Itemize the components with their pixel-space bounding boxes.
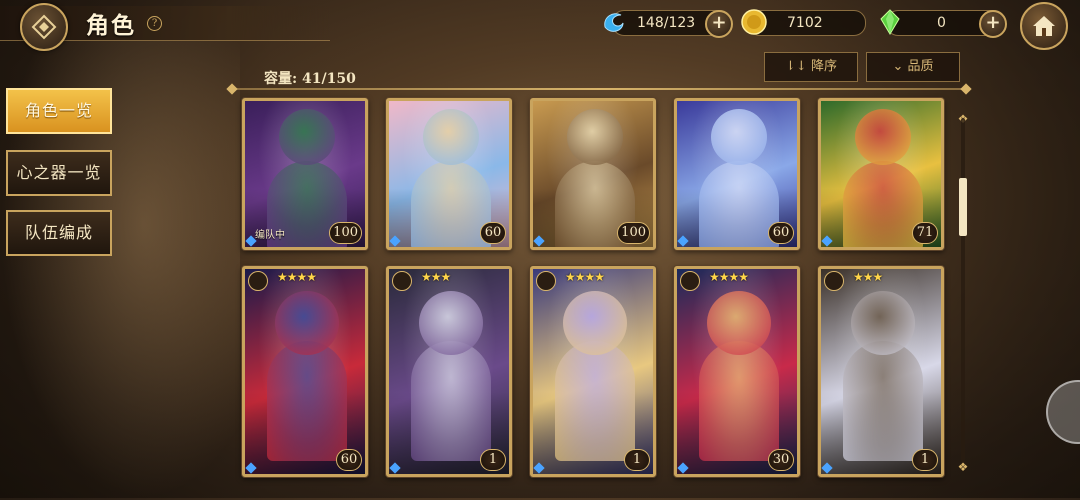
star-rating: ★★★★ bbox=[565, 270, 605, 284]
element-icon bbox=[680, 271, 700, 291]
star-rating: ★★★ bbox=[853, 270, 883, 284]
water-spirit-icon bbox=[604, 13, 624, 32]
gold-value: 7102 bbox=[787, 15, 823, 31]
level-badge: 60 bbox=[336, 449, 362, 471]
character-figure-head bbox=[855, 109, 911, 165]
level-badge: 60 bbox=[480, 222, 506, 244]
character-card[interactable]: ★★★ 1 bbox=[818, 266, 944, 477]
character-card[interactable]: 100 bbox=[530, 98, 656, 250]
quality-filter-label: 品质 bbox=[907, 59, 934, 74]
side-tab-team-formation[interactable]: 队伍编成 bbox=[6, 210, 112, 256]
character-figure-body bbox=[699, 161, 779, 247]
element-icon bbox=[824, 271, 844, 291]
star-rating: ★★★ bbox=[421, 270, 451, 284]
sort-order-label: 降序 bbox=[810, 59, 837, 74]
character-card[interactable]: ★★★★ 60 bbox=[242, 266, 368, 477]
character-figure-head bbox=[567, 109, 623, 165]
chevron-down-icon: ⌄ bbox=[892, 59, 908, 74]
character-figure-head bbox=[563, 291, 627, 355]
top-bar: 角色 ? 148/123 + 7102 0 + bbox=[0, 0, 1080, 51]
star-rating: ★★★★ bbox=[277, 270, 317, 284]
character-figure-head bbox=[419, 291, 483, 355]
element-icon bbox=[248, 271, 268, 291]
level-badge: 30 bbox=[768, 449, 794, 471]
level-badge: 1 bbox=[480, 449, 506, 471]
character-figure-head bbox=[423, 109, 479, 165]
stamina-value: 148/123 bbox=[637, 15, 696, 31]
add-stamina-button[interactable]: + bbox=[705, 10, 733, 38]
list-divider bbox=[232, 88, 966, 90]
scrollbar-track[interactable] bbox=[961, 118, 965, 464]
character-figure-head bbox=[851, 291, 915, 355]
page-title: 角色 bbox=[86, 12, 136, 39]
gem-value: 0 bbox=[937, 15, 946, 31]
character-figure-body bbox=[843, 161, 923, 247]
character-card[interactable]: 60 bbox=[386, 98, 512, 250]
character-figure-body bbox=[699, 341, 779, 461]
character-figure-head bbox=[275, 291, 339, 355]
element-icon bbox=[392, 271, 412, 291]
level-badge: 1 bbox=[624, 449, 650, 471]
character-card[interactable]: 60 bbox=[674, 98, 800, 250]
in-team-tag: 编队中 bbox=[255, 230, 285, 241]
side-tab-heart-vessel-list[interactable]: 心之器一览 bbox=[6, 150, 112, 196]
gem-counter: 0 + bbox=[880, 9, 1007, 38]
side-tab-character-list[interactable]: 角色一览 bbox=[6, 88, 112, 134]
character-figure-body bbox=[555, 341, 635, 461]
stamina-counter: 148/123 + bbox=[604, 10, 733, 38]
capacity-label: 容量: 41/150 bbox=[264, 71, 356, 87]
back-diamond-icon bbox=[31, 14, 57, 40]
help-icon[interactable]: ? bbox=[147, 16, 162, 31]
add-gem-button[interactable]: + bbox=[979, 10, 1007, 38]
character-card[interactable]: ★★★ 1 bbox=[386, 266, 512, 477]
gold-counter: 7102 bbox=[741, 9, 866, 36]
level-badge: 100 bbox=[617, 222, 650, 244]
level-badge: 100 bbox=[329, 222, 362, 244]
character-figure-head bbox=[279, 109, 335, 165]
character-figure-body bbox=[411, 161, 491, 247]
character-card[interactable]: ★★★★ 30 bbox=[674, 266, 800, 477]
home-button[interactable] bbox=[1020, 2, 1068, 50]
sort-descending-icon: ⇂↓ bbox=[785, 59, 811, 74]
character-figure-body bbox=[843, 341, 923, 461]
character-figure-body bbox=[411, 341, 491, 461]
star-rating: ★★★★ bbox=[709, 270, 749, 284]
character-figure-body bbox=[267, 341, 347, 461]
scrollbar-thumb[interactable] bbox=[959, 178, 967, 236]
scroll-bottom-ornament: ❖ bbox=[957, 460, 969, 474]
level-badge: 60 bbox=[768, 222, 794, 244]
character-figure-head bbox=[711, 109, 767, 165]
character-card[interactable]: ★★★★ 1 bbox=[530, 266, 656, 477]
green-crystal-icon bbox=[880, 9, 900, 35]
element-icon bbox=[536, 271, 556, 291]
level-badge: 1 bbox=[912, 449, 938, 471]
gold-coin-icon bbox=[741, 9, 767, 35]
quality-filter-button[interactable]: ⌄ 品质 bbox=[866, 52, 960, 82]
character-card[interactable]: 71 bbox=[818, 98, 944, 250]
level-badge: 71 bbox=[912, 222, 938, 244]
character-card[interactable]: 编队中 100 bbox=[242, 98, 368, 250]
home-icon bbox=[1033, 16, 1055, 36]
character-figure-head bbox=[707, 291, 771, 355]
back-button[interactable] bbox=[20, 3, 68, 51]
sort-order-button[interactable]: ⇂↓ 降序 bbox=[764, 52, 858, 82]
